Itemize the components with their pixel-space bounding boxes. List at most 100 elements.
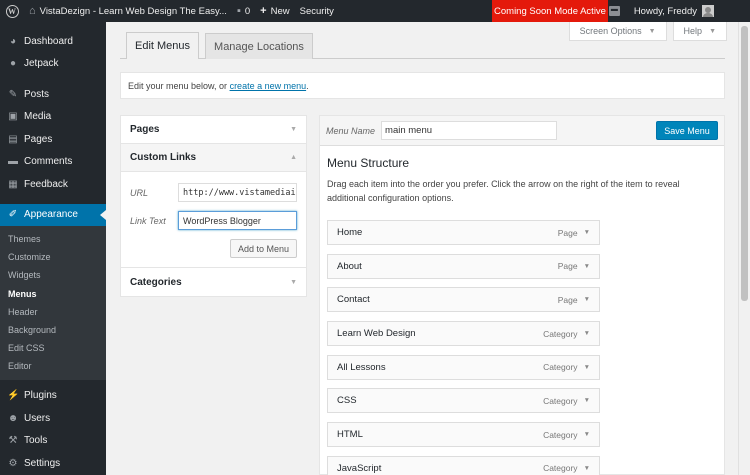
caret-down-icon[interactable]: ▼ [584,465,590,472]
plus-icon: + [260,4,267,17]
new-content-link[interactable]: + New [255,0,294,22]
sidebar-item-media[interactable]: ▣ Media [0,106,106,129]
notice-text-end: . [306,80,309,91]
menu-items-list: Home Page ▼ About Page ▼ Contact Page ▼ Learn … [327,220,600,475]
accordion-title: Custom Links [130,152,197,163]
caret-down-icon[interactable]: ▼ [584,431,590,438]
menu-name-input[interactable]: main menu [381,121,558,140]
feedback-icon: ▦ [8,178,18,190]
accordion-section-pages[interactable]: Pages ▼ [121,116,306,144]
accordion-section-categories[interactable]: Categories ▼ [121,268,306,296]
sidebar-item-plugins[interactable]: ⚡ Plugins [0,385,106,408]
menu-item-title: JavaScript [337,462,382,474]
sidebar-item-comments[interactable]: ▬ Comments [0,151,106,174]
link-text-input[interactable]: WordPress Blogger [178,211,297,230]
submenu-item-themes[interactable]: Themes [0,230,106,248]
menu-item-type: Category [543,463,578,474]
home-icon: ⌂ [29,4,36,17]
new-label: New [270,5,290,17]
paintbrush-icon: ✐ [8,209,18,221]
page-scrollbar[interactable] [738,22,750,475]
security-link[interactable]: Security [295,0,339,22]
users-icon: ☻ [7,412,19,424]
sidebar-item-jetpack[interactable]: ● Jetpack [0,53,106,76]
menu-item[interactable]: Learn Web Design Category ▼ [327,321,600,347]
pin-icon: ✎ [8,88,18,100]
security-label: Security [299,5,334,17]
menu-item[interactable]: About Page ▼ [327,253,600,279]
submenu-item-customize[interactable]: Customize [0,248,106,266]
appearance-submenu: Themes Customize Widgets Menus Header Ba… [0,226,106,380]
caret-down-icon[interactable]: ▼ [584,263,590,270]
menu-item-type: Page [557,261,578,272]
site-name-link[interactable]: ⌂ VistaDezign - Learn Web Design The Eas… [24,0,232,22]
notification-button[interactable]: ▬ [604,0,629,22]
menu-item-title: Home [337,227,363,238]
menu-item[interactable]: All Lessons Category ▼ [327,354,600,380]
submenu-item-background[interactable]: Background [0,321,106,339]
caret-down-icon[interactable]: ▼ [584,330,590,337]
submenu-item-widgets[interactable]: Widgets [0,266,106,284]
menu-item-title: Learn Web Design [337,328,416,340]
menu-item-title: Contact [337,294,370,306]
sidebar-item-dashboard[interactable]: ◕ Dashboard [0,30,106,53]
sidebar-item-label: Pages [24,133,53,145]
menu-item[interactable]: HTML Category ▼ [327,422,600,448]
my-account-menu[interactable]: Howdy, Freddy [629,0,750,22]
wordpress-logo-button[interactable]: W [0,0,24,22]
coming-soon-badge[interactable]: Coming Soon Mode Active [492,0,608,22]
sidebar-item-appearance[interactable]: ✐ Appearance [0,203,106,226]
submenu-item-menus[interactable]: Menus [0,285,106,303]
comment-icon: ▪ [236,4,241,17]
submenu-item-header[interactable]: Header [0,303,106,321]
menu-header: Menu Name main menu Save Menu [320,116,724,146]
sidebar-item-users[interactable]: ☻ Users [0,407,106,430]
accordion-section-custom-links[interactable]: Custom Links ▲ [121,144,306,172]
caret-down-icon[interactable]: ▼ [584,296,590,303]
plugin-icon: ⚡ [7,390,20,402]
caret-down-icon[interactable]: ▼ [584,229,590,236]
menu-structure-title: Menu Structure [327,156,410,170]
submenu-item-edit-css[interactable]: Edit CSS [0,339,106,357]
menu-item-title: CSS [337,395,357,407]
accordion-title: Categories [130,276,182,288]
comments-link[interactable]: ▪ 0 [232,0,255,22]
menu-item[interactable]: CSS Category ▼ [327,388,600,414]
save-menu-button[interactable]: Save Menu [656,121,718,140]
jetpack-icon: ● [9,58,17,70]
howdy-label: Howdy, Freddy [633,5,697,17]
submenu-item-editor[interactable]: Editor [0,357,106,375]
sidebar-item-posts[interactable]: ✎ Posts [0,83,106,106]
site-title: VistaDezign - Learn Web Design The Easy.… [39,5,227,17]
tab-manage-locations[interactable]: Manage Locations [205,33,313,59]
notice-text: Edit your menu below, or [128,80,230,91]
sidebar-item-feedback[interactable]: ▦ Feedback [0,173,106,196]
menu-item[interactable]: Home Page ▼ [327,220,600,245]
tab-edit-menus[interactable]: Edit Menus [126,32,200,59]
sidebar-item-label: Comments [24,156,73,168]
sidebar-item-label: Media [24,111,52,123]
add-to-menu-button[interactable]: Add to Menu [230,239,297,258]
menu-item[interactable]: JavaScript Category ▼ [327,455,600,475]
menu-item[interactable]: Contact Page ▼ [327,287,600,313]
add-menu-items-accordion: Pages ▼ Custom Links ▲ URL http://www.vi… [120,115,307,297]
pages-icon: ▤ [8,133,18,145]
notification-icon: ▬ [608,6,620,16]
dashboard-icon: ◕ [9,35,17,47]
url-input[interactable]: http://www.vistamediai [178,183,297,202]
create-new-menu-link[interactable]: create a new menu [230,81,307,91]
sidebar-item-pages[interactable]: ▤ Pages [0,128,106,151]
caret-down-icon[interactable]: ▼ [584,397,590,404]
settings-icon: ⚙ [8,457,18,469]
menu-item-type: Category [543,362,578,373]
menu-item-type: Category [543,395,578,406]
accordion-title: Pages [130,124,160,135]
admin-sidebar: ◕ Dashboard ● Jetpack ✎ Posts ▣ Media ▤ Pages… [0,22,106,475]
nav-tab-wrapper: Edit Menus Manage Locations [120,32,725,59]
sidebar-item-settings[interactable]: ⚙ Settings [0,452,106,475]
scrollbar-thumb[interactable] [741,26,748,301]
comment-icon: ▬ [8,156,18,168]
caret-down-icon[interactable]: ▼ [584,364,590,371]
menu-item-type: Category [543,328,578,339]
sidebar-item-tools[interactable]: ⚒ Tools [0,430,106,453]
